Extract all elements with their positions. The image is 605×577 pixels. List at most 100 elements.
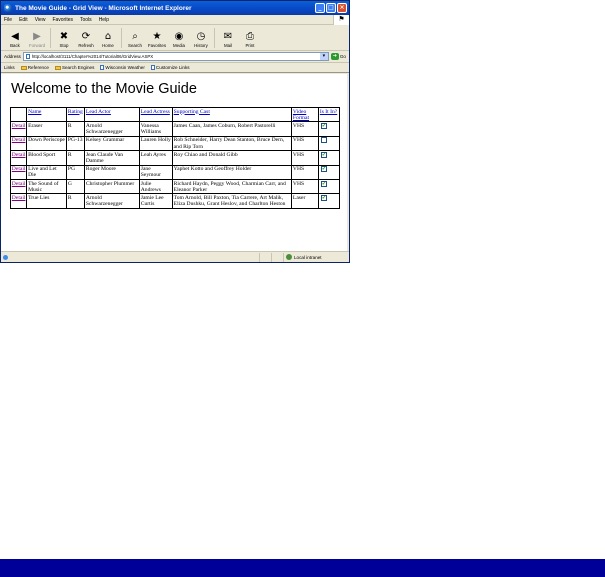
cell-actor: Arnold Schwarzenegger bbox=[84, 193, 140, 209]
cell-name: Live and Let Die bbox=[26, 164, 68, 181]
page-done-icon bbox=[3, 254, 8, 260]
detail-cell: Detail bbox=[9, 179, 28, 195]
sort-link[interactable]: Supporting Cast bbox=[174, 109, 210, 115]
cell-rating: R bbox=[66, 150, 86, 166]
in-stock-checkbox[interactable]: ✔ bbox=[320, 194, 327, 201]
column-header bbox=[9, 106, 28, 123]
go-label: Go bbox=[339, 54, 346, 59]
page-content: Welcome to the Movie Guide Name Rating Lea… bbox=[1, 74, 349, 251]
status-cell bbox=[271, 252, 283, 262]
favorites-star-icon: ★ bbox=[152, 31, 162, 42]
column-header: Video Format bbox=[291, 106, 320, 123]
menu-edit[interactable]: Edit bbox=[19, 17, 28, 23]
cell-in-stock bbox=[318, 135, 340, 152]
cell-format: VHS bbox=[291, 121, 320, 137]
link-search-engines[interactable]: Search Engines bbox=[54, 65, 94, 70]
movie-grid: Name Rating Lead Actor Lead Actress Supporti… bbox=[9, 106, 340, 209]
page-title: Welcome to the Movie Guide bbox=[11, 81, 197, 97]
cell-actress: Julie Andrews bbox=[138, 179, 173, 195]
page-icon bbox=[100, 65, 105, 70]
column-header: Is It In? bbox=[318, 106, 340, 123]
in-stock-checkbox[interactable]: ✔ bbox=[320, 166, 327, 173]
sort-link[interactable]: Name bbox=[28, 109, 41, 115]
link-customize-links[interactable]: Customize Links bbox=[150, 65, 190, 70]
page-icon bbox=[150, 65, 155, 70]
go-arrow-icon: ➜ bbox=[330, 53, 339, 60]
cell-in-stock: ✔ bbox=[318, 121, 340, 137]
forward-button[interactable]: ▶ Forward bbox=[26, 31, 48, 48]
sort-link[interactable]: Is It In? bbox=[320, 109, 337, 115]
security-zone: Local intranet bbox=[283, 252, 349, 262]
toolbar-label: History bbox=[194, 43, 208, 48]
history-icon: ◷ bbox=[196, 31, 206, 42]
address-input[interactable]: http://localhost/3111/Chapter%2014/Tutor… bbox=[22, 52, 329, 61]
link-wisconsin-weather[interactable]: Wisconsin Weather bbox=[100, 65, 145, 70]
menu-help[interactable]: Help bbox=[99, 17, 109, 23]
vertical-scrollbar[interactable] bbox=[347, 74, 349, 251]
cell-name: Down Periscope bbox=[26, 135, 68, 152]
refresh-button[interactable]: ⟳ Refresh bbox=[75, 31, 97, 48]
detail-link[interactable]: Detail bbox=[12, 195, 26, 201]
home-icon: ⌂ bbox=[104, 31, 112, 42]
grid-header-row: Name Rating Lead Actor Lead Actress Supporti… bbox=[9, 106, 340, 123]
cell-rating: R bbox=[66, 121, 86, 137]
back-arrow-icon: ◀ bbox=[11, 31, 19, 42]
sort-link[interactable]: Rating bbox=[68, 109, 83, 115]
back-button[interactable]: ◀ Back bbox=[4, 31, 26, 48]
in-stock-checkbox[interactable]: ✔ bbox=[320, 122, 327, 129]
cell-actress: Vanessa Williams bbox=[138, 121, 173, 137]
in-stock-checkbox[interactable] bbox=[320, 137, 327, 144]
status-text bbox=[1, 254, 259, 260]
toolbar-label: Media bbox=[173, 43, 185, 48]
detail-link[interactable]: Detail bbox=[12, 166, 26, 172]
detail-link[interactable]: Detail bbox=[12, 123, 26, 129]
close-button[interactable]: × bbox=[337, 3, 347, 13]
detail-cell: Detail bbox=[9, 193, 28, 209]
mail-button[interactable]: ✉ Mail bbox=[217, 31, 239, 48]
cell-name: Eraser bbox=[26, 121, 68, 137]
cell-cast: Tom Arnold, Bill Paxton, Tia Carrere, Ar… bbox=[171, 193, 293, 209]
forward-arrow-icon: ▶ bbox=[33, 31, 41, 42]
address-label: Address bbox=[4, 54, 21, 59]
favorites-button[interactable]: ★ Favorites bbox=[146, 31, 168, 48]
toolbar-separator bbox=[50, 28, 51, 48]
sort-link[interactable]: Lead Actor bbox=[86, 109, 111, 115]
cell-format: VHS bbox=[291, 179, 320, 195]
media-icon: ◉ bbox=[174, 31, 184, 42]
home-button[interactable]: ⌂ Home bbox=[97, 31, 119, 48]
stop-button[interactable]: ✖ Stop bbox=[53, 31, 75, 48]
in-stock-checkbox[interactable]: ✔ bbox=[320, 151, 327, 158]
mail-icon: ✉ bbox=[223, 31, 233, 42]
title-bar[interactable]: The Movie Guide - Grid View - Microsoft … bbox=[1, 1, 349, 15]
detail-link[interactable]: Detail bbox=[12, 137, 26, 143]
table-row: Detail Down Periscope PG-13 Kelsey Grammar L… bbox=[9, 135, 340, 152]
go-button[interactable]: ➜ Go bbox=[330, 53, 346, 60]
cell-name: The Sound of Music bbox=[26, 179, 68, 195]
detail-link[interactable]: Detail bbox=[12, 152, 26, 158]
column-header: Rating bbox=[66, 106, 86, 123]
detail-cell: Detail bbox=[9, 135, 28, 152]
minimize-button[interactable]: _ bbox=[315, 3, 325, 13]
detail-cell: Detail bbox=[9, 121, 28, 137]
maximize-button[interactable]: □ bbox=[326, 3, 336, 13]
menu-tools[interactable]: Tools bbox=[80, 17, 92, 23]
detail-link[interactable]: Detail bbox=[12, 181, 26, 187]
standard-toolbar: ◀ Back ▶ Forward ✖ Stop ⟳ Refresh ⌂ Home ⌕ Search ★ F… bbox=[1, 25, 349, 51]
menu-file[interactable]: File bbox=[4, 17, 12, 23]
history-button[interactable]: ◷ History bbox=[190, 31, 212, 48]
menu-view[interactable]: View bbox=[35, 17, 46, 23]
address-dropdown-icon[interactable]: ▾ bbox=[319, 53, 328, 60]
cell-format: Laser bbox=[291, 193, 320, 209]
search-button[interactable]: ⌕ Search bbox=[124, 31, 146, 48]
sort-link[interactable]: Video Format bbox=[293, 109, 309, 121]
cell-actor: Roger Moore bbox=[84, 164, 140, 181]
menu-favorites[interactable]: Favorites bbox=[52, 17, 73, 23]
cell-in-stock: ✔ bbox=[318, 193, 340, 209]
local-intranet-icon bbox=[286, 254, 292, 260]
print-button[interactable]: ⎙ Print bbox=[239, 31, 261, 48]
sort-link[interactable]: Lead Actress bbox=[141, 109, 170, 115]
in-stock-checkbox[interactable]: ✔ bbox=[320, 180, 327, 187]
link-reference[interactable]: Reference bbox=[20, 65, 49, 70]
media-button[interactable]: ◉ Media bbox=[168, 31, 190, 48]
toolbar-label: Search bbox=[128, 43, 142, 48]
